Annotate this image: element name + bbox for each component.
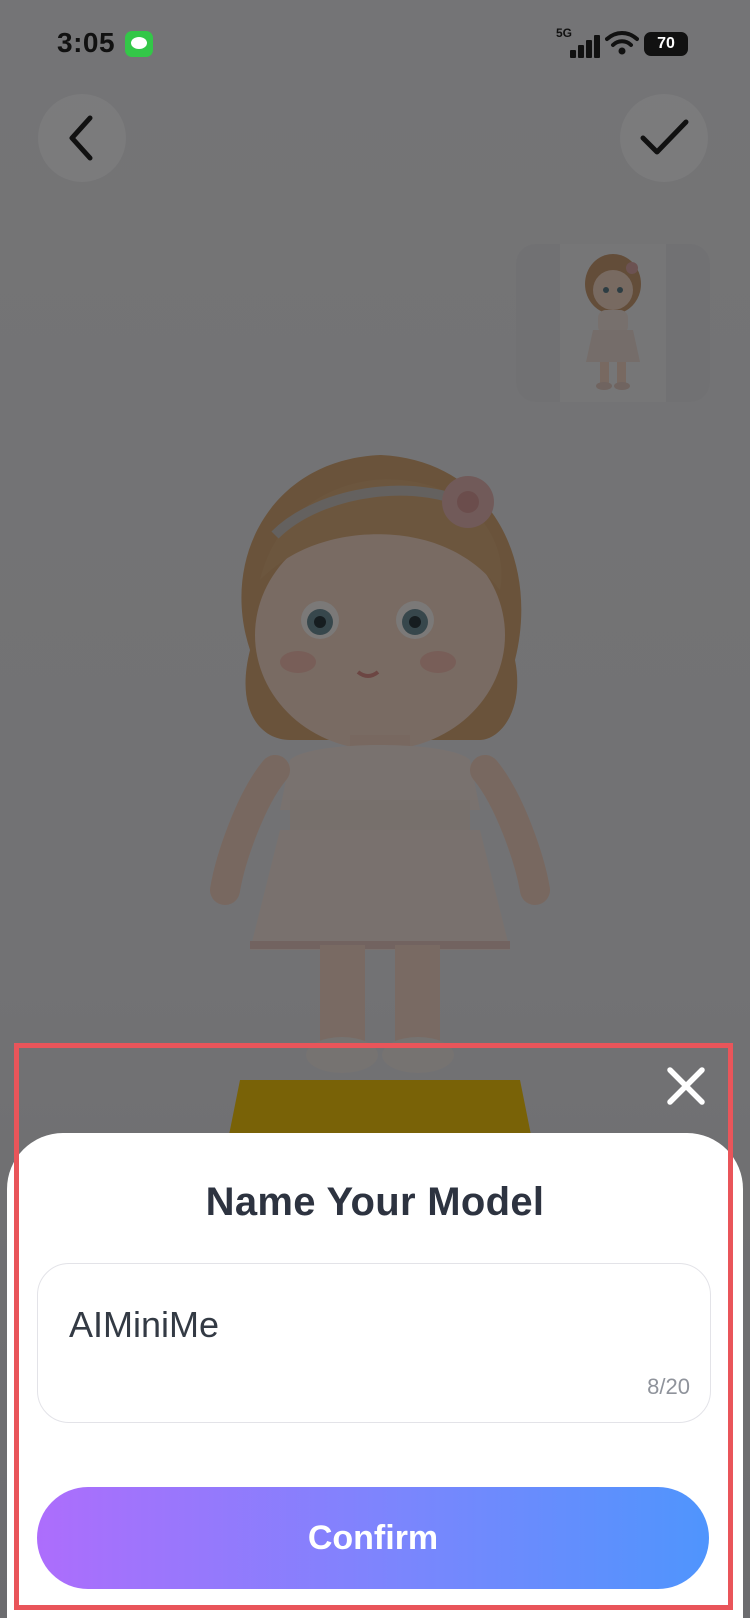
confirm-button[interactable]: Confirm bbox=[37, 1487, 709, 1589]
messages-icon bbox=[125, 31, 153, 57]
back-button[interactable] bbox=[38, 94, 126, 182]
checkmark-icon bbox=[640, 119, 689, 155]
status-bar: 3:05 5G 70 bbox=[0, 0, 750, 90]
close-icon bbox=[667, 1067, 705, 1105]
close-button[interactable] bbox=[660, 1060, 712, 1112]
model-name-input[interactable] bbox=[69, 1300, 629, 1350]
sheet-title: Name Your Model bbox=[205, 1180, 545, 1224]
wifi-icon bbox=[605, 31, 639, 55]
screen: 3:05 5G 70 Name Your Model 8/ bbox=[0, 0, 750, 1618]
battery-icon: 70 bbox=[644, 32, 688, 56]
network-type-label: 5G bbox=[556, 26, 573, 40]
status-time: 3:05 bbox=[57, 27, 116, 58]
battery-level: 70 bbox=[657, 35, 675, 52]
model-name-field[interactable]: 8/20 bbox=[37, 1263, 711, 1423]
chevron-left-icon bbox=[69, 115, 93, 161]
done-button[interactable] bbox=[620, 94, 708, 182]
cellular-signal-icon: 5G bbox=[556, 26, 600, 58]
char-counter: 8/20 bbox=[647, 1374, 690, 1399]
